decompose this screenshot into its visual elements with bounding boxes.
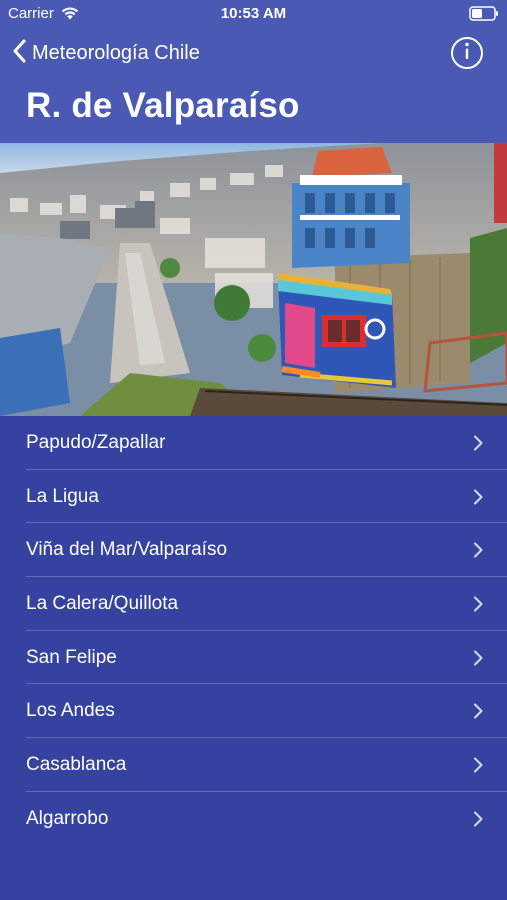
list-item-label: San Felipe — [26, 646, 117, 668]
back-button[interactable]: Meteorología Chile — [12, 36, 200, 70]
status-bar: Carrier 10:53 AM — [0, 0, 507, 28]
chevron-right-icon — [473, 703, 483, 724]
chevron-right-icon — [473, 489, 483, 510]
list-item[interactable]: Viña del Mar/Valparaíso — [0, 523, 507, 577]
list-item-label: La Ligua — [26, 485, 99, 507]
chevron-right-icon — [473, 757, 483, 778]
navigation-header: Meteorología Chile R. de Valparaíso — [0, 28, 507, 143]
list-item-label: Algarrobo — [26, 807, 109, 829]
info-button[interactable] — [451, 37, 483, 69]
chevron-left-icon — [12, 39, 26, 68]
chevron-right-icon — [473, 650, 483, 671]
chevron-right-icon — [473, 811, 483, 832]
region-list: Papudo/Zapallar La Ligua Viña del Mar/Va… — [0, 416, 507, 846]
status-time: 10:53 AM — [220, 5, 287, 22]
list-item-label: Los Andes — [26, 700, 115, 722]
list-item[interactable]: Los Andes — [0, 684, 507, 738]
list-item[interactable]: San Felipe — [0, 631, 507, 685]
list-item[interactable]: La Calera/Quillota — [0, 577, 507, 631]
chevron-right-icon — [473, 435, 483, 456]
list-item[interactable]: Casablanca — [0, 738, 507, 792]
list-item[interactable]: Algarrobo — [0, 792, 507, 846]
list-item-label: Casablanca — [26, 754, 127, 776]
chevron-right-icon — [473, 596, 483, 617]
list-item-label: Viña del Mar/Valparaíso — [26, 539, 228, 561]
chevron-right-icon — [473, 542, 483, 563]
battery-icon — [469, 6, 499, 26]
back-label: Meteorología Chile — [32, 41, 200, 64]
info-icon — [462, 41, 472, 66]
list-item[interactable]: Papudo/Zapallar — [0, 416, 507, 470]
hero-image — [0, 143, 507, 416]
list-item[interactable]: La Ligua — [0, 470, 507, 524]
list-item-label: La Calera/Quillota — [26, 593, 179, 615]
page-title: R. de Valparaíso — [26, 86, 300, 125]
list-item-label: Papudo/Zapallar — [26, 432, 166, 453]
